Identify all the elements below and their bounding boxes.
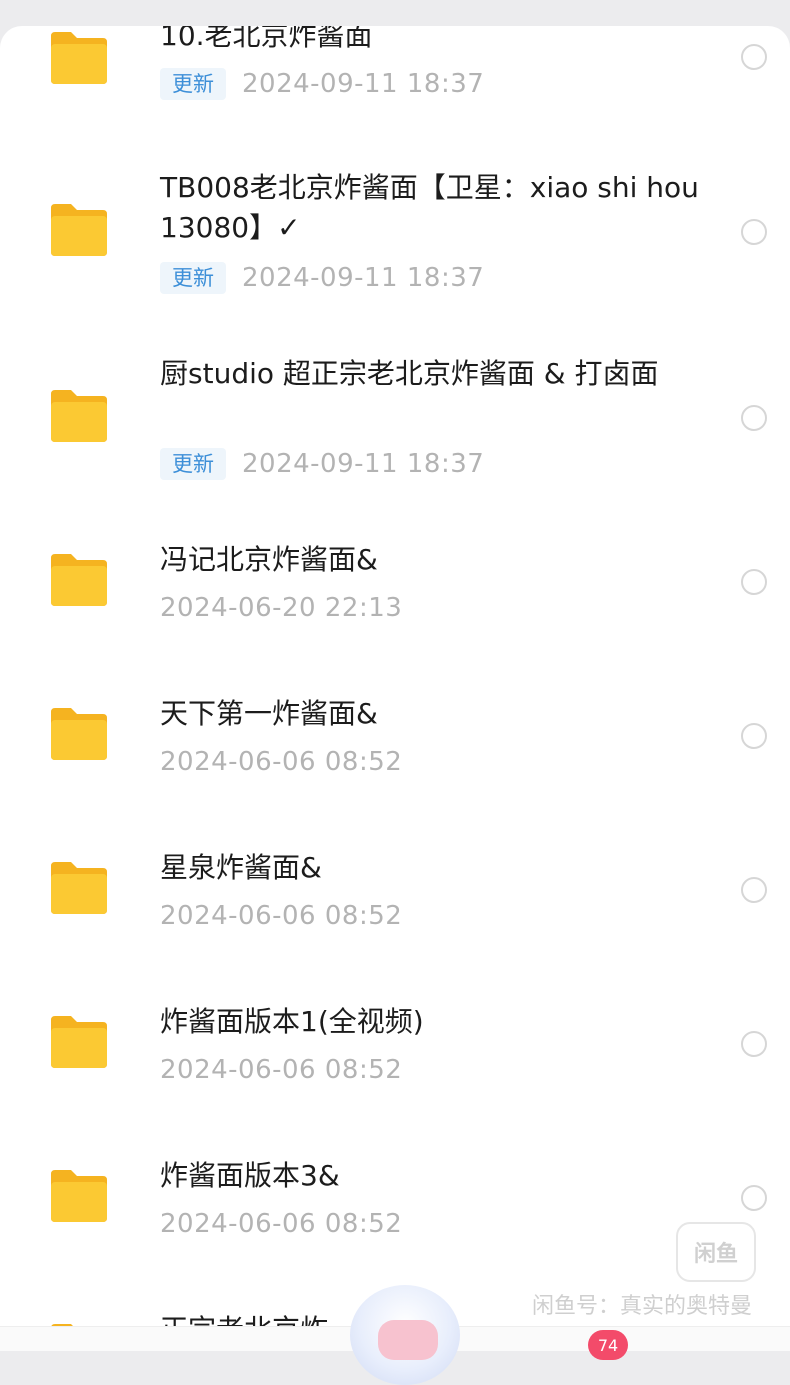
- select-radio[interactable]: [741, 569, 767, 595]
- file-list: 10.老北京炸酱面 更新 2024-09-11 18:37 TB008老北京炸酱…: [0, 26, 790, 1350]
- folder-name: 天下第一炸酱面&: [160, 697, 378, 730]
- item-meta: 2024-06-06 08:52: [160, 744, 402, 780]
- folder-icon: [47, 30, 111, 86]
- folder-icon: [47, 388, 111, 444]
- modified-date: 2024-06-06 08:52: [160, 1209, 403, 1239]
- list-item[interactable]: 天下第一炸酱面& 2024-06-06 08:52: [0, 690, 790, 800]
- modified-date: 2024-09-11 18:37: [242, 69, 485, 99]
- folder-name: 炸酱面版本3&: [160, 1159, 340, 1192]
- item-meta: 2024-06-20 22:13: [160, 590, 402, 626]
- folder-name: 10.老北京炸酱面: [160, 26, 373, 52]
- folder-icon: [47, 202, 111, 258]
- list-item[interactable]: 炸酱面版本1(全视频) 2024-06-06 08:52: [0, 998, 790, 1108]
- mascot-face-icon: [378, 1320, 438, 1360]
- item-meta: 2024-06-06 08:52: [160, 1206, 402, 1242]
- folder-icon: [47, 552, 111, 608]
- folder-icon: [47, 860, 111, 916]
- item-meta: 更新 2024-09-11 18:37: [160, 66, 484, 102]
- list-item[interactable]: TB008老北京炸酱面【卫星：xiao shi hou 13080】✓ 更新 2…: [0, 164, 790, 304]
- modified-date: 2024-06-20 22:13: [160, 593, 403, 623]
- notification-badge[interactable]: 74: [588, 1330, 628, 1360]
- select-radio[interactable]: [741, 1031, 767, 1057]
- item-meta: 2024-06-06 08:52: [160, 898, 402, 934]
- select-radio[interactable]: [741, 44, 767, 70]
- select-radio[interactable]: [741, 723, 767, 749]
- update-badge: 更新: [160, 68, 226, 100]
- list-item[interactable]: 炸酱面版本3& 2024-06-06 08:52: [0, 1152, 790, 1262]
- folder-name: 炸酱面版本1(全视频): [160, 1005, 424, 1038]
- modified-date: 2024-06-06 08:52: [160, 901, 403, 931]
- modified-date: 2024-06-06 08:52: [160, 1055, 403, 1085]
- folder-icon: [47, 1168, 111, 1224]
- select-radio[interactable]: [741, 877, 767, 903]
- list-item[interactable]: 冯记北京炸酱面& 2024-06-20 22:13: [0, 536, 790, 646]
- watermark-text: 闲鱼号：真实的奥特曼: [532, 1294, 753, 1319]
- list-item[interactable]: 星泉炸酱面& 2024-06-06 08:52: [0, 844, 790, 954]
- folder-icon: [47, 1014, 111, 1070]
- folder-name: 星泉炸酱面&: [160, 851, 322, 884]
- list-item[interactable]: 10.老北京炸酱面 更新 2024-09-11 18:37: [0, 26, 790, 136]
- modified-date: 2024-09-11 18:37: [242, 263, 485, 293]
- folder-icon: [47, 706, 111, 762]
- item-meta: 更新 2024-09-11 18:37: [160, 446, 484, 482]
- modified-date: 2024-09-11 18:37: [242, 449, 485, 479]
- folder-name: 冯记北京炸酱面&: [160, 543, 378, 576]
- watermark-logo: 闲鱼: [676, 1222, 756, 1282]
- select-radio[interactable]: [741, 219, 767, 245]
- item-meta: 更新 2024-09-11 18:37: [160, 260, 484, 296]
- update-badge: 更新: [160, 448, 226, 480]
- select-radio[interactable]: [741, 405, 767, 431]
- folder-name: TB008老北京炸酱面【卫星：xiao shi hou 13080】✓: [160, 171, 699, 244]
- item-meta: 2024-06-06 08:52: [160, 1052, 402, 1088]
- modified-date: 2024-06-06 08:52: [160, 747, 403, 777]
- folder-name: 厨studio 超正宗老北京炸酱面 & 打卤面: [160, 357, 659, 390]
- update-badge: 更新: [160, 262, 226, 294]
- list-item[interactable]: 厨studio 超正宗老北京炸酱面 & 打卤面 更新 2024-09-11 18…: [0, 350, 790, 490]
- select-radio[interactable]: [741, 1185, 767, 1211]
